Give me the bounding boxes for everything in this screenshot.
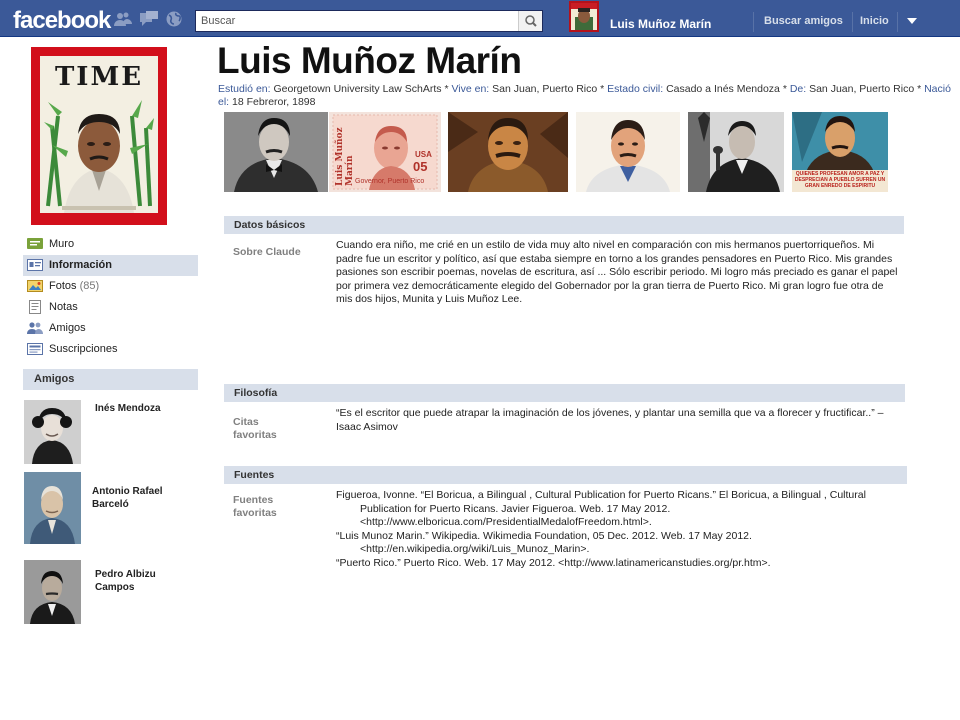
friend-requests-icon[interactable] [114,11,132,27]
source-reference: “Puerto Rico.” Puerto Rico. Web. 17 May … [336,556,771,569]
search-input[interactable] [196,11,518,31]
section-header-basic-info: Datos básicos [224,216,904,234]
poster-text: QUIENES PROFESAN AMOR A PAZ Y DESPRECIAN… [794,171,886,189]
sources-label: Fuentes favoritas [233,494,277,519]
topbar-divider [897,12,898,32]
stamp-usa-text: USA [415,150,432,159]
profile-summary: Estudió en: Georgetown University Law Sc… [218,83,951,108]
friend-photo-antonio[interactable] [24,472,81,544]
facebook-logo[interactable]: facebook [13,7,111,35]
stamp-value-text: 05 [413,159,428,174]
from-value[interactable]: San Juan, Puerto Rico [809,83,914,95]
nav-item-friends[interactable]: Amigos [23,318,198,339]
user-avatar[interactable] [569,1,599,32]
search-box[interactable] [195,10,543,32]
friends-icon [27,322,43,334]
home-link[interactable]: Inicio [860,15,889,27]
section-header-philosophy: Filosofía [224,384,905,402]
photo-thumbnail[interactable] [688,112,784,192]
photos-icon [27,280,43,292]
stamp-caption-text: Governor, Puerto Rico [355,178,425,185]
nav-item-label: Suscripciones [49,343,118,355]
status-value[interactable]: Casado a Inés Mendoza [666,83,780,95]
time-magazine-cover: TIME [40,56,158,213]
photos-count: (85) [79,280,100,292]
topbar-divider [852,12,853,32]
messages-icon[interactable] [140,11,158,27]
nav-item-label: Muro [49,238,75,250]
friend-name-link[interactable]: Pedro Albizu Campos [95,568,195,594]
source-reference: “Luis Munoz Marin.” Wikipedia. Wikimedia… [336,529,752,556]
notes-icon [29,300,41,314]
account-menu-chevron-icon[interactable] [907,18,917,24]
photo-thumbnail[interactable]: QUIENES PROFESAN AMOR A PAZ Y DESPRECIAN… [792,112,888,192]
find-friends-link[interactable]: Buscar amigos [764,15,843,27]
friends-section-header[interactable]: Amigos [23,369,198,390]
lives-value[interactable]: San Juan, Puerto Rico [492,83,597,95]
nav-item-label: Información [49,259,112,271]
time-masthead: TIME [54,62,144,92]
source-reference: Figueroa, Ivonne. “El Boricua, a Bilingu… [336,489,866,528]
nav-item-notes[interactable]: Notas [23,297,198,318]
nav-item-label: Notas [49,301,78,313]
search-button[interactable] [518,11,542,31]
studied-value[interactable]: Georgetown University Law SchArts [273,83,441,95]
from-label: De: [789,83,807,95]
photo-thumbnail[interactable] [448,112,568,192]
nav-item-label: Amigos [49,322,86,334]
info-icon [27,259,43,271]
notifications-globe-icon[interactable] [165,11,183,27]
born-value: 18 Febreror, 1898 [232,96,316,108]
friend-photo-pedro[interactable] [24,560,81,624]
friend-name-link[interactable]: Inés Mendoza [95,402,195,415]
photo-thumbnail[interactable] [576,112,680,192]
status-label: Estado civil: [607,83,664,95]
topbar-divider [753,12,754,32]
wall-icon [27,238,43,249]
nav-item-wall[interactable]: Muro [23,234,198,255]
nav-item-label: Fotos [49,280,77,292]
section-header-sources: Fuentes [224,466,907,484]
top-bar: facebook Luis Muñoz Marín Bu [0,0,960,37]
nav-item-photos[interactable]: Fotos (85) [23,276,198,297]
about-label: Sobre Claude [233,246,301,258]
profile-name: Luis Muñoz Marín [217,40,522,81]
studied-label: Estudió en: [218,83,271,95]
quotes-text: “Es el escritor que puede atrapar la ima… [336,407,884,433]
sources-list: Figueroa, Ivonne. “El Boricua, a Bilingu… [336,489,906,570]
friend-photo-ines[interactable] [24,400,81,464]
about-text: Cuando era niño, me crié en un estilo de… [336,239,898,305]
friend-name-link[interactable]: Antonio Rafael Barceló [92,485,192,511]
photo-thumbnail[interactable] [224,112,328,192]
subscriptions-icon [27,343,43,355]
user-name-link[interactable]: Luis Muñoz Marín [610,17,711,31]
quotes-label: Citas favoritas [233,416,277,441]
nav-item-subscriptions[interactable]: Suscripciones [23,339,198,360]
photo-thumbnail[interactable]: Luis Muñoz Marín USA 05 Governor, Puerto… [329,112,441,192]
profile-picture[interactable]: TIME [31,47,167,225]
stamp-name-text: Luis Muñoz Marín [335,127,355,186]
search-icon [525,15,537,27]
profile-nav: Muro Información Fotos (85) Notas Amigos… [23,234,198,360]
nav-item-info[interactable]: Información [23,255,198,276]
lives-label: Vive en: [451,83,490,95]
